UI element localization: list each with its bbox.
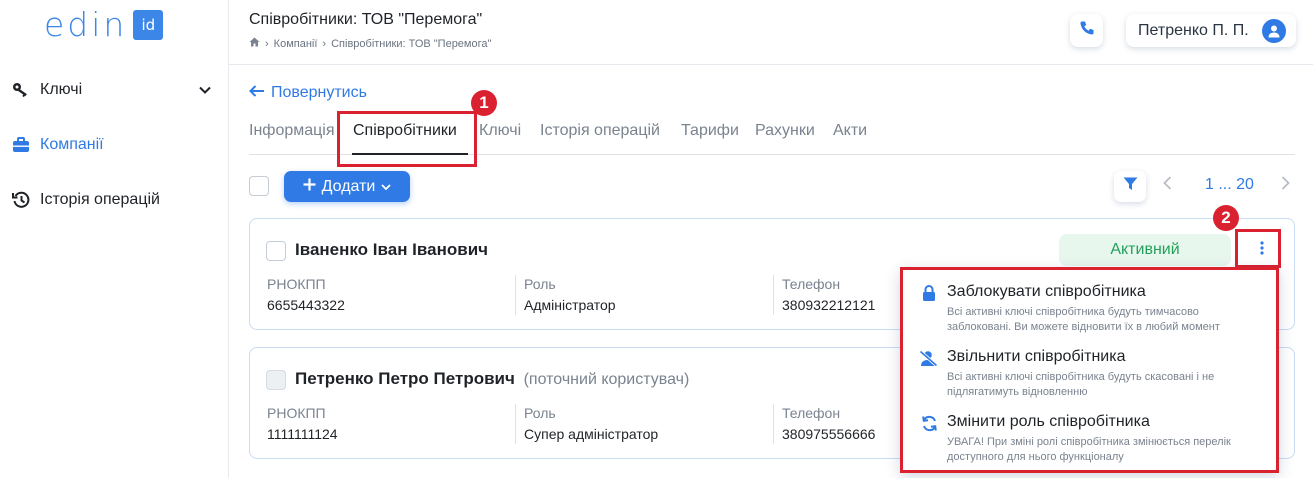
employee-name: Петренко Петро Петрович (поточний корист…: [295, 369, 689, 389]
page-header: Співробітники: ТОВ "Перемога" › Компанії…: [229, 0, 1313, 65]
annotation-marker-2: 2: [1213, 205, 1239, 231]
lock-icon: [919, 283, 939, 303]
user-remove-icon: [919, 348, 939, 368]
key-icon: [10, 80, 32, 100]
user-menu-button[interactable]: Петренко П. П.: [1126, 14, 1296, 47]
field-value: 380932212121: [782, 297, 876, 313]
annotation-highlight-tab: [337, 111, 477, 167]
sidebar-item-label: Компанії: [40, 136, 104, 153]
field-label: Телефон: [782, 405, 841, 421]
employee-actions-menu: Заблокувати співробітника Всі активні кл…: [900, 267, 1279, 473]
menu-item-description: УВАГА! При зміні ролі співробітника змін…: [947, 436, 1231, 463]
sidebar-item-label: Ключі: [40, 81, 83, 98]
menu-item-change-role[interactable]: Змінити роль співробітника УВАГА! При зм…: [917, 413, 1267, 465]
current-user-note: (поточний користувач): [523, 371, 690, 388]
phone-icon: [1079, 20, 1095, 41]
pagination-range: 1 ... 20: [1205, 176, 1254, 193]
sidebar-item-label: Історія операцій: [40, 191, 160, 208]
history-icon: [10, 190, 32, 210]
tab-tariffs[interactable]: Тарифи: [681, 122, 739, 140]
chevron-left-icon[interactable]: [1163, 176, 1172, 195]
field-role: Роль Супер адміністратор: [515, 404, 658, 444]
employee-checkbox[interactable]: [266, 241, 286, 261]
add-button-label: Додати: [321, 177, 376, 195]
menu-item-title: Змінити роль співробітника: [947, 413, 1150, 430]
sidebar-item-companies[interactable]: Компанії: [10, 130, 215, 160]
field-role: Роль Адміністратор: [515, 275, 616, 315]
sidebar: edin id Ключі Компанії Історія операцій: [0, 0, 229, 478]
filter-icon: [1123, 177, 1138, 196]
arrow-left-icon: [249, 84, 265, 102]
tab-keys[interactable]: Ключі: [479, 122, 521, 140]
phone-button[interactable]: [1070, 14, 1103, 47]
sidebar-item-history[interactable]: Історія операцій: [10, 185, 215, 215]
logo-badge: id: [133, 10, 164, 40]
field-label: Роль: [524, 276, 556, 292]
breadcrumb-item-current: Співробітники: ТОВ "Перемога": [331, 37, 492, 50]
field-value: 380975556666: [782, 426, 876, 442]
breadcrumb: › Компанії › Співробітники: ТОВ "Перемог…: [249, 37, 491, 50]
breadcrumb-separator-icon: ›: [322, 37, 327, 50]
menu-item-block-employee[interactable]: Заблокувати співробітника Всі активні кл…: [917, 283, 1267, 335]
chevron-down-icon: [199, 81, 211, 99]
annotation-marker-1: 1: [471, 90, 497, 116]
refresh-icon: [919, 413, 939, 433]
field-label: Роль: [524, 405, 556, 421]
home-icon[interactable]: [249, 37, 260, 50]
field-value: Адміністратор: [524, 297, 616, 313]
menu-item-title: Заблокувати співробітника: [947, 283, 1146, 300]
plus-icon: [303, 178, 316, 196]
field-tax-id: РНОКПП 1111111124: [259, 404, 338, 444]
field-value: Супер адміністратор: [524, 426, 659, 442]
filter-button[interactable]: [1114, 171, 1146, 202]
field-phone: Телефон 380975556666: [773, 404, 875, 444]
field-value: 1111111124: [267, 426, 338, 442]
field-label: РНОКПП: [267, 276, 326, 292]
menu-item-dismiss-employee[interactable]: Звільнити співробітника Всі активні ключ…: [917, 348, 1267, 400]
chevron-down-icon: [381, 178, 391, 196]
field-tax-id: РНОКПП 6655443322: [259, 275, 345, 315]
sidebar-item-keys[interactable]: Ключі: [10, 75, 215, 105]
field-label: Телефон: [782, 276, 841, 292]
page-title: Співробітники: ТОВ "Перемога": [249, 11, 483, 28]
kebab-menu-icon: [1260, 240, 1264, 260]
back-label: Повернутись: [271, 84, 367, 101]
briefcase-icon: [10, 135, 32, 155]
menu-item-description: Всі активні ключі співробітника будуть т…: [947, 306, 1220, 333]
user-name: Петренко П. П.: [1138, 21, 1249, 39]
tab-history[interactable]: Історія операцій: [540, 122, 660, 140]
menu-item-description: Всі активні ключі співробітника будуть с…: [947, 371, 1215, 398]
field-phone: Телефон 380932212121: [773, 275, 875, 315]
menu-item-title: Звільнити співробітника: [947, 348, 1126, 365]
employee-name-text: Петренко Петро Петрович: [295, 369, 515, 388]
field-value: 6655443322: [267, 297, 345, 313]
chevron-right-icon[interactable]: [1281, 176, 1290, 195]
tab-invoices[interactable]: Рахунки: [755, 122, 815, 140]
tab-information[interactable]: Інформація: [249, 122, 335, 140]
field-label: РНОКПП: [267, 405, 326, 421]
employee-name: Іваненко Іван Іванович: [295, 240, 489, 259]
avatar: [1262, 18, 1286, 43]
breadcrumb-item-companies[interactable]: Компанії: [274, 38, 318, 50]
employee-checkbox: [266, 370, 286, 390]
add-button[interactable]: Додати: [284, 171, 410, 202]
edin-id-logo[interactable]: edin id: [44, 5, 164, 44]
logo-text: edin: [44, 5, 128, 44]
status-badge: Активний: [1059, 234, 1231, 266]
breadcrumb-separator-icon: ›: [265, 37, 269, 50]
tab-acts[interactable]: Акти: [833, 122, 867, 140]
select-all-checkbox[interactable]: [249, 176, 269, 196]
back-link[interactable]: Повернутись: [249, 84, 367, 102]
more-actions-button[interactable]: [1252, 240, 1272, 260]
